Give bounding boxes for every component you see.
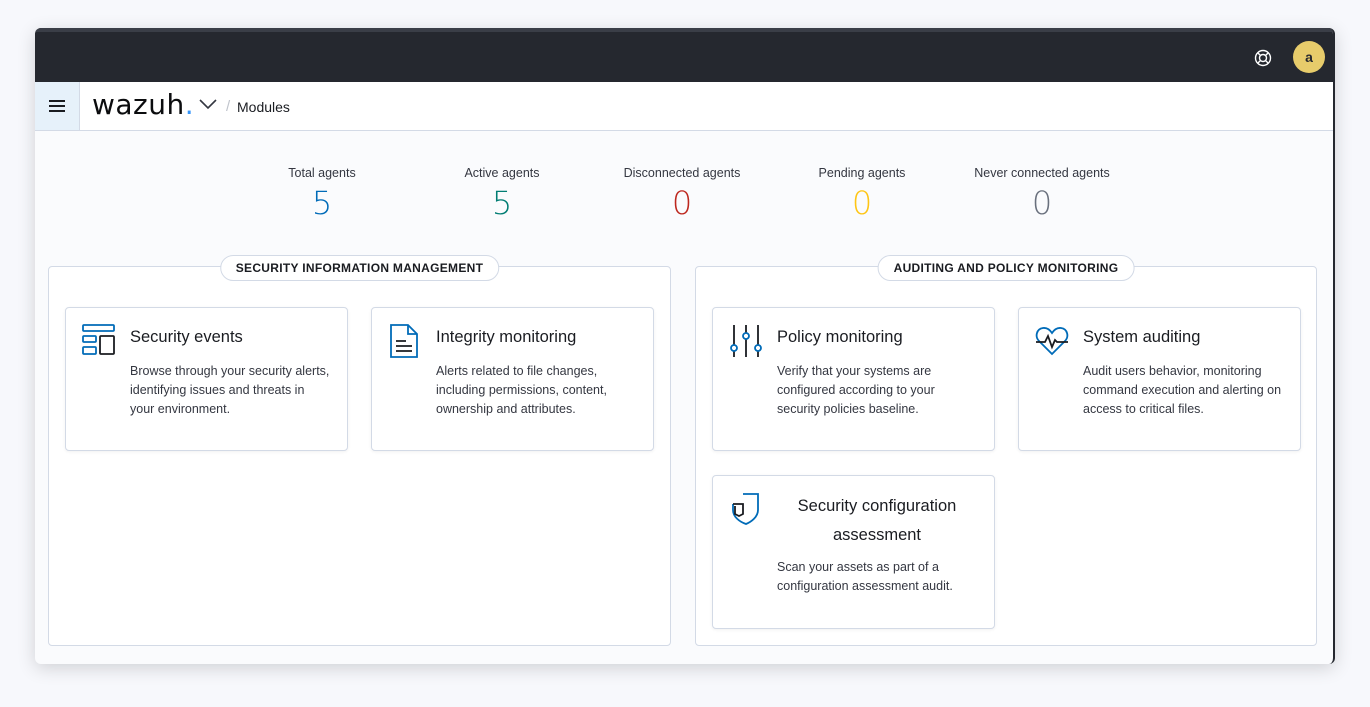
document-icon	[390, 324, 418, 358]
stat-pending-agents: Pending agents 0	[772, 166, 952, 222]
heart-pulse-icon	[1035, 327, 1069, 356]
stat-value[interactable]: 5	[232, 184, 412, 222]
lifebuoy-icon	[1254, 49, 1272, 67]
chevron-down-icon	[199, 99, 217, 110]
breadcrumb-header: wazuh. / Modules	[35, 82, 1333, 131]
dashboard-layout-icon	[82, 324, 115, 355]
card-policy-monitoring[interactable]: Policy monitoring Verify that your syste…	[712, 307, 995, 451]
card-description: Alerts related to file changes, includin…	[436, 364, 607, 416]
help-button[interactable]	[1253, 48, 1273, 68]
card-title: Policy monitoring	[777, 328, 903, 346]
stat-value[interactable]: 0	[952, 184, 1132, 222]
hamburger-icon	[49, 100, 65, 112]
agents-stats: Total agents 5 Active agents 5 Disconnec…	[35, 131, 1333, 231]
stat-label: Disconnected agents	[623, 166, 741, 180]
wazuh-logo[interactable]: wazuh.	[92, 88, 194, 121]
panel-title: AUDITING AND POLICY MONITORING	[877, 255, 1135, 281]
breadcrumb-modules[interactable]: Modules	[237, 99, 290, 115]
card-integrity-monitoring[interactable]: Integrity monitoring Alerts related to f…	[371, 307, 654, 451]
card-title: Security events	[130, 328, 243, 346]
app-switcher-button[interactable]	[199, 97, 217, 115]
card-title: Security configuration assessment	[797, 497, 957, 544]
card-title: System auditing	[1083, 328, 1201, 346]
logo-dot: .	[184, 88, 195, 121]
stat-label: Active agents	[464, 166, 540, 180]
stat-active-agents: Active agents 5	[412, 166, 592, 222]
card-description: Audit users behavior, monitoring command…	[1083, 364, 1282, 416]
stat-value[interactable]: 5	[412, 184, 592, 222]
breadcrumb-separator: /	[226, 98, 231, 115]
stat-disconnected-agents: Disconnected agents 0	[592, 166, 772, 222]
card-security-configuration-assessment[interactable]: Security configuration assessment Scan y…	[712, 475, 995, 629]
sliders-icon	[730, 325, 762, 357]
user-avatar[interactable]: a	[1293, 41, 1325, 73]
stat-value[interactable]: 0	[592, 184, 772, 222]
card-description: Browse through your security alerts, ide…	[130, 364, 330, 416]
card-description: Scan your assets as part of a configurat…	[777, 560, 953, 593]
card-description: Verify that your systems are configured …	[777, 364, 935, 416]
stat-total-agents: Total agents 5	[232, 166, 412, 222]
app-window: a wazuh. / Modules Total agents 5 Active…	[35, 28, 1335, 664]
panel-title: SECURITY INFORMATION MANAGEMENT	[219, 255, 500, 281]
shield-icon	[732, 493, 759, 525]
stat-label: Total agents	[288, 166, 356, 180]
card-system-auditing[interactable]: System auditing Audit users behavior, mo…	[1018, 307, 1301, 451]
stat-label: Never connected agents	[974, 166, 1110, 180]
security-information-management-panel: SECURITY INFORMATION MANAGEMENT Security…	[48, 255, 671, 646]
card-title: Integrity monitoring	[436, 328, 577, 346]
stat-value[interactable]: 0	[772, 184, 952, 222]
card-security-events[interactable]: Security events Browse through your secu…	[65, 307, 348, 451]
stat-never-connected-agents: Never connected agents 0	[952, 166, 1132, 222]
menu-toggle-button[interactable]	[35, 82, 80, 130]
auditing-policy-monitoring-panel: AUDITING AND POLICY MONITORING Policy mo…	[695, 255, 1317, 646]
top-navbar: a	[35, 28, 1333, 82]
stat-label: Pending agents	[818, 166, 906, 180]
logo-text: wazuh	[92, 88, 185, 121]
